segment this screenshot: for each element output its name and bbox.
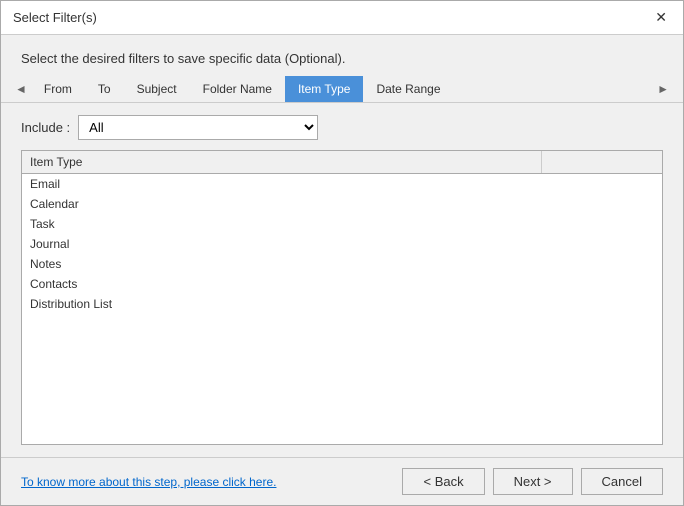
- tab-to[interactable]: To: [85, 76, 124, 102]
- select-filters-dialog: Select Filter(s) ✕ Select the desired fi…: [0, 0, 684, 506]
- list-item[interactable]: Email: [22, 174, 662, 194]
- list-item[interactable]: Notes: [22, 254, 662, 274]
- list-item[interactable]: Calendar: [22, 194, 662, 214]
- tab-folder-name[interactable]: Folder Name: [190, 76, 285, 102]
- description-text: Select the desired filters to save speci…: [1, 35, 683, 76]
- tab-from[interactable]: From: [31, 76, 85, 102]
- list-header-item-type: Item Type: [22, 151, 542, 173]
- close-button[interactable]: ✕: [651, 9, 671, 26]
- tab-item-type[interactable]: Item Type: [285, 76, 363, 102]
- include-select[interactable]: All Email Calendar Task Journal Notes Co…: [78, 115, 318, 140]
- dialog-title: Select Filter(s): [13, 10, 97, 25]
- footer: To know more about this step, please cli…: [1, 457, 683, 505]
- list-item[interactable]: Journal: [22, 234, 662, 254]
- tab-right-arrow[interactable]: ►: [653, 80, 673, 98]
- help-link[interactable]: To know more about this step, please cli…: [21, 475, 276, 489]
- include-row: Include : All Email Calendar Task Journa…: [21, 115, 663, 140]
- tabs-container: ◄ From To Subject Folder Name Item Type …: [1, 76, 683, 103]
- title-bar: Select Filter(s) ✕: [1, 1, 683, 35]
- list-item[interactable]: Task: [22, 214, 662, 234]
- list-item[interactable]: Distribution List: [22, 294, 662, 314]
- description-label: Select the desired filters to save speci…: [21, 51, 345, 66]
- list-header-col2: [542, 151, 662, 173]
- cancel-button[interactable]: Cancel: [581, 468, 663, 495]
- tab-date-range[interactable]: Date Range: [363, 76, 453, 102]
- next-button[interactable]: Next >: [493, 468, 573, 495]
- footer-buttons: < Back Next > Cancel: [402, 468, 663, 495]
- item-type-list: Item Type Email Calendar Task Journal No…: [21, 150, 663, 445]
- include-label: Include :: [21, 120, 70, 135]
- list-item[interactable]: Contacts: [22, 274, 662, 294]
- content-area: Include : All Email Calendar Task Journa…: [1, 103, 683, 457]
- list-header: Item Type: [22, 151, 662, 174]
- back-button[interactable]: < Back: [402, 468, 484, 495]
- tabs-list: From To Subject Folder Name Item Type Da…: [31, 76, 653, 102]
- tab-left-arrow[interactable]: ◄: [11, 80, 31, 98]
- tab-subject[interactable]: Subject: [124, 76, 190, 102]
